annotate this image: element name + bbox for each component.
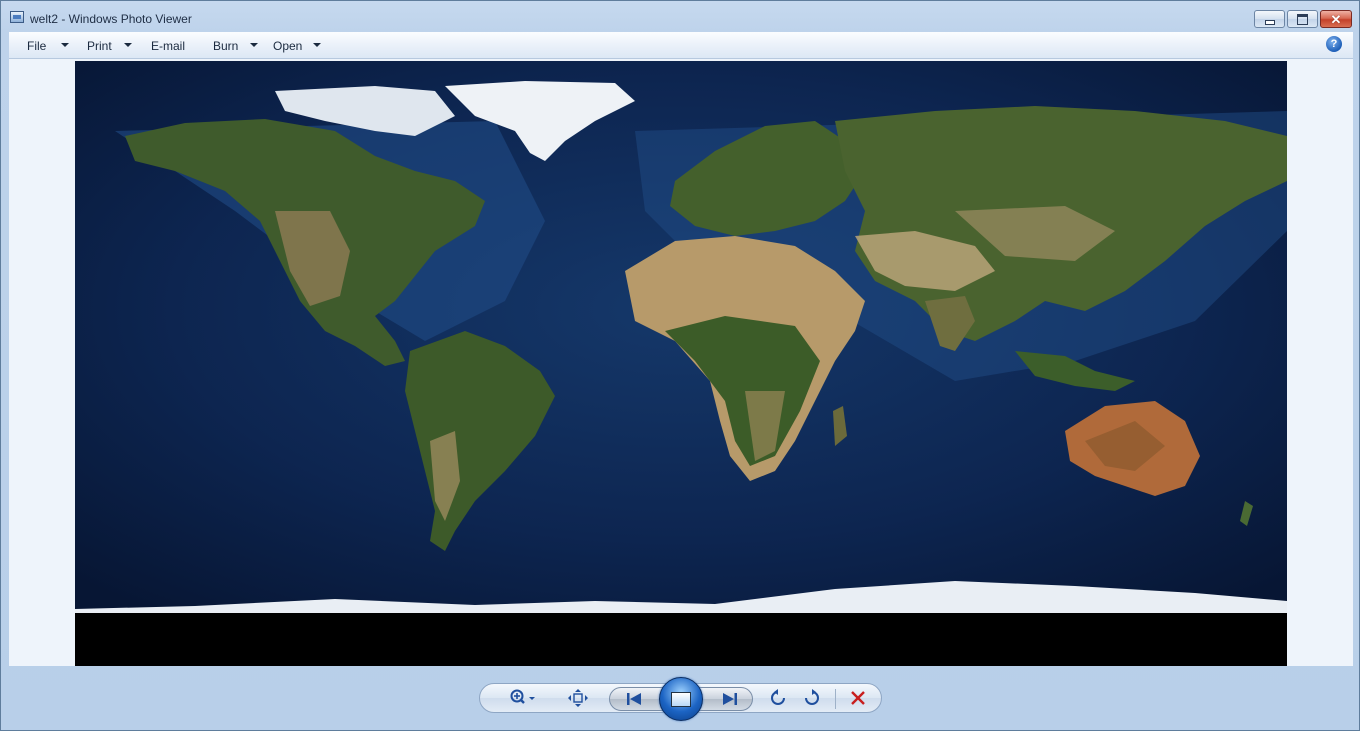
delete-icon xyxy=(851,691,865,705)
window-title: welt2 - Windows Photo Viewer xyxy=(30,12,192,26)
menu-open[interactable]: Open xyxy=(273,39,302,53)
rotate-counterclockwise-button[interactable] xyxy=(764,684,792,712)
menu-email[interactable]: E-mail xyxy=(151,39,185,53)
close-button[interactable]: ✕ xyxy=(1320,10,1352,28)
close-icon: ✕ xyxy=(1330,11,1342,27)
rotate-clockwise-button[interactable] xyxy=(798,684,826,712)
slideshow-button[interactable] xyxy=(659,677,703,721)
menu-file[interactable]: File xyxy=(27,39,46,53)
print-dropdown-arrow-icon[interactable] xyxy=(124,43,132,47)
open-dropdown-arrow-icon[interactable] xyxy=(313,43,321,47)
fit-to-window-icon xyxy=(568,689,588,707)
menu-bar: File Print E-mail Burn Open ? xyxy=(9,32,1353,59)
slideshow-icon xyxy=(671,691,691,707)
photo-viewer-window: welt2 - Windows Photo Viewer ✕ File Prin… xyxy=(0,0,1360,731)
help-icon[interactable]: ? xyxy=(1326,36,1342,52)
minimize-icon xyxy=(1264,19,1275,25)
delete-button[interactable] xyxy=(844,684,872,712)
toolbar-separator xyxy=(835,689,836,709)
maximize-icon xyxy=(1297,13,1308,25)
next-button[interactable] xyxy=(716,685,744,713)
bottom-toolbar xyxy=(479,677,882,721)
minimize-button[interactable] xyxy=(1254,10,1285,28)
burn-dropdown-arrow-icon[interactable] xyxy=(250,43,258,47)
rotate-counterclockwise-icon xyxy=(771,689,785,705)
photo-viewer-icon xyxy=(10,11,24,23)
image-viewing-area xyxy=(9,59,1353,666)
next-icon xyxy=(723,693,737,705)
maximize-button[interactable] xyxy=(1287,10,1318,28)
zoom-icon xyxy=(510,689,535,704)
file-dropdown-arrow-icon[interactable] xyxy=(61,43,69,47)
previous-icon xyxy=(627,693,641,705)
title-bar[interactable]: welt2 - Windows Photo Viewer ✕ xyxy=(1,1,1359,31)
photo-display[interactable] xyxy=(75,61,1287,666)
actual-size-button[interactable] xyxy=(564,684,592,712)
menu-burn[interactable]: Burn xyxy=(213,39,238,53)
zoom-button[interactable] xyxy=(506,684,540,712)
rotate-clockwise-icon xyxy=(805,689,819,705)
letterbox-bar xyxy=(75,613,1287,666)
world-map-image xyxy=(75,61,1287,666)
menu-print[interactable]: Print xyxy=(87,39,112,53)
previous-button[interactable] xyxy=(620,685,648,713)
